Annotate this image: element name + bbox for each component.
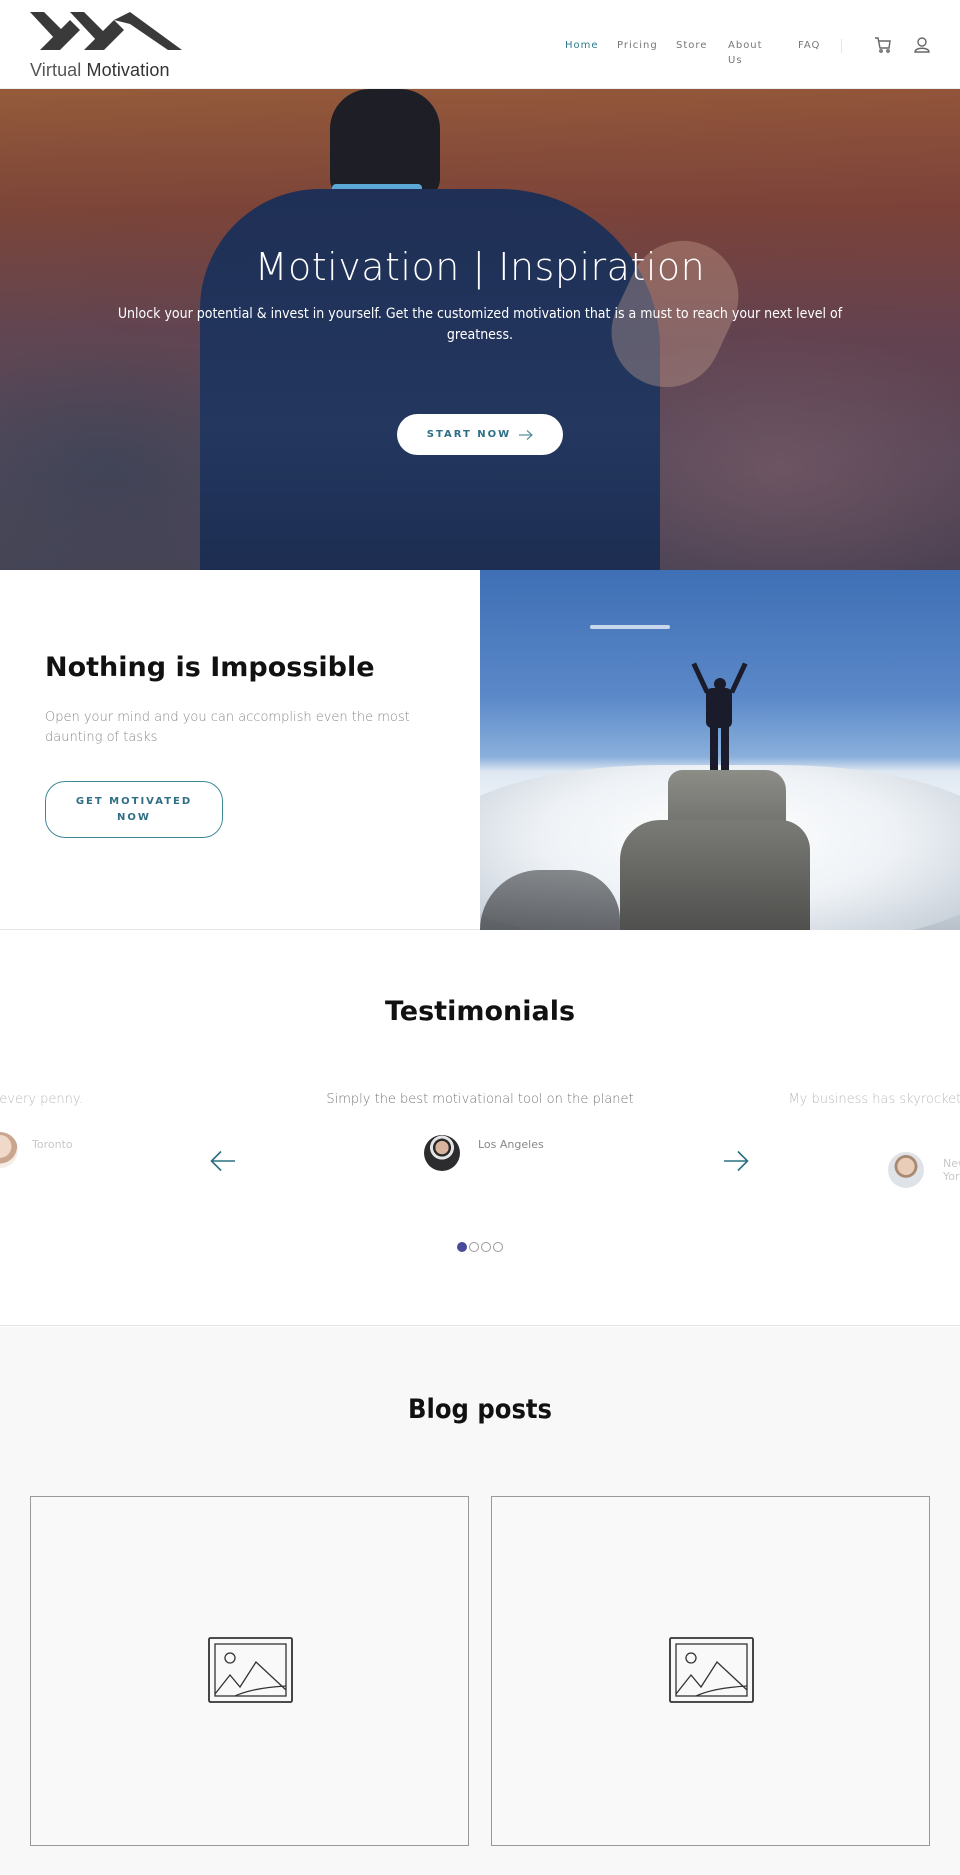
testimonials-title: Testimonials: [384, 996, 576, 1027]
logo[interactable]: Virtual Motivation: [30, 10, 182, 82]
start-now-button[interactable]: START NOW: [397, 414, 563, 455]
nav-store[interactable]: Store: [676, 38, 707, 53]
pagination-dot-2[interactable]: [469, 1242, 479, 1252]
nav-home[interactable]: Home: [565, 38, 599, 53]
testimonial-pagination: [457, 1242, 503, 1252]
testimonial-quote: My business has skyrocketed after Virtua…: [788, 1092, 960, 1107]
testimonial-next-button[interactable]: [721, 1148, 751, 1174]
nav-faq[interactable]: FAQ: [798, 38, 820, 53]
feature-section: Nothing is Impossible Open your mind and…: [0, 570, 960, 930]
blog-section: Blog posts: [0, 1327, 960, 1875]
testimonials-section: Testimonials Amazing! Worth every penny.…: [0, 930, 960, 1326]
image-placeholder-icon: [208, 1637, 293, 1703]
nav-pricing[interactable]: Pricing: [617, 38, 658, 53]
nav-about-us[interactable]: About Us: [728, 38, 772, 68]
feature-description: Open your mind and you can accomplish ev…: [45, 710, 410, 745]
logo-text-bold: Motivation: [86, 60, 170, 80]
blog-post-card[interactable]: [30, 1496, 469, 1846]
testimonial-quote: Amazing! Worth every penny.: [0, 1092, 83, 1107]
get-motivated-button[interactable]: GET MOTIVATED NOW: [45, 781, 223, 838]
mountain-summit-image: [480, 570, 960, 930]
arrow-right-icon: [724, 1150, 749, 1172]
logo-text: Virtual Motivation: [30, 60, 170, 81]
pagination-dot-4[interactable]: [493, 1242, 503, 1252]
arrow-right-icon: [519, 429, 534, 440]
start-now-label: START NOW: [426, 429, 512, 440]
testimonial-avatar: [0, 1132, 18, 1168]
nav-divider: [841, 39, 842, 53]
hero-section: Motivation | Inspiration Unlock your pot…: [0, 89, 960, 570]
blog-post-card[interactable]: [491, 1496, 930, 1846]
testimonial-avatar: [888, 1152, 924, 1188]
cart-button[interactable]: [872, 34, 894, 56]
testimonial-location: New York: [943, 1157, 960, 1183]
image-placeholder-icon: [669, 1637, 754, 1703]
testimonial-location: Los Angeles: [478, 1138, 544, 1151]
testimonial-avatar: [424, 1135, 460, 1171]
hero-subtitle: Unlock your potential & invest in yourse…: [117, 306, 843, 343]
pagination-dot-3[interactable]: [481, 1242, 491, 1252]
logo-text-light: Virtual: [30, 60, 82, 80]
hero-title: Motivation | Inspiration: [254, 245, 706, 289]
pagination-dot-1[interactable]: [457, 1242, 467, 1252]
vm-logo-icon: [30, 12, 182, 50]
testimonial-location: Toronto: [32, 1138, 73, 1151]
site-header: Virtual Motivation Home Pricing Store Ab…: [0, 0, 960, 89]
user-icon: [914, 37, 930, 53]
testimonial-prev-button[interactable]: [208, 1148, 238, 1174]
cart-icon: [875, 37, 891, 53]
blog-title: Blog posts: [408, 1394, 552, 1425]
feature-title: Nothing is Impossible: [45, 652, 375, 683]
testimonial-quote: Simply the best motivational tool on the…: [326, 1092, 634, 1107]
account-button[interactable]: [911, 34, 933, 56]
arrow-left-icon: [210, 1150, 235, 1172]
